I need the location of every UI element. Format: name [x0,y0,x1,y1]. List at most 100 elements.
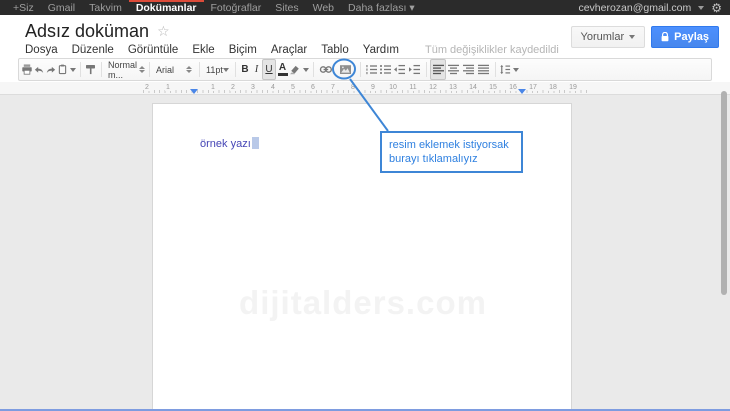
numbered-list-icon [365,63,378,76]
line-spacing-icon [499,63,511,76]
ruler-number: 19 [568,84,578,91]
comments-dropdown-caret-icon [629,35,635,39]
font-dropdown[interactable]: Arial [153,59,195,80]
align-center-icon [447,63,460,76]
bullet-list-button[interactable] [378,59,392,80]
undo-button[interactable] [33,59,45,80]
lock-icon [661,32,669,42]
numbered-list-button[interactable] [364,59,378,80]
underline-button[interactable]: U [262,59,276,80]
ruler-number: 13 [448,84,458,91]
annotation-callout: resim eklemek istiyorsak burayı tıklamal… [380,131,523,173]
toolbar-row: Normal m... Arial 11pt B I U A [0,57,730,82]
undo-icon [33,63,45,76]
menu-ara-lar[interactable]: Araçlar [271,44,307,56]
insert-link-button[interactable] [317,59,335,80]
bold-button[interactable]: B [239,59,251,80]
outdent-button[interactable] [392,59,407,80]
redo-icon [45,63,57,76]
toolbar-separator [491,59,499,80]
align-center-button[interactable] [446,59,461,80]
toolbar: Normal m... Arial 11pt B I U A [18,58,712,81]
toolbar-separator [231,59,239,80]
outdent-icon [393,63,406,76]
ruler: 2112345678910111213141516171819 [0,82,730,95]
topbar-item-gmail[interactable]: Gmail [41,0,82,15]
account-dropdown-caret-icon[interactable] [698,6,704,10]
toolbar-separator [356,59,364,80]
menu-tablo[interactable]: Tablo [321,44,349,56]
topbar-item-web[interactable]: Web [306,0,341,15]
ruler-number: 11 [408,84,417,91]
print-button[interactable] [21,59,33,80]
ruler-number: 2 [230,84,236,91]
paint-format-button[interactable] [84,59,97,80]
menu-ekle[interactable]: Ekle [192,44,214,56]
align-right-button[interactable] [461,59,476,80]
menu-d-zenle[interactable]: Düzenle [72,44,114,56]
topbar-item-foto-raflar[interactable]: Fotoğraflar [204,0,269,15]
topbar-item-sites[interactable]: Sites [268,0,305,15]
ruler-number: 15 [488,84,498,91]
text-cursor [252,137,259,149]
star-icon[interactable]: ☆ [157,24,170,40]
indent-button[interactable] [407,59,422,80]
toolbar-separator [422,59,430,80]
watermark-text: dijitalders.com [153,284,573,322]
spinner-icon [186,66,192,73]
topbar-item-daha-fazlas-[interactable]: Daha fazlası ▾ [341,0,422,15]
justify-button[interactable] [476,59,491,80]
line-spacing-button[interactable] [499,59,519,80]
left-indent-marker[interactable] [190,89,198,94]
menu-bar: Dosya Düzenle Görüntüle Ekle Biçim Araçlar Tab… [25,44,559,56]
highlight-color-button[interactable] [289,59,309,80]
document-canvas-area: örnek yazı dijitalders.com [0,96,730,411]
topbar-item-takvim[interactable]: Takvim [82,0,129,15]
bullet-list-icon [379,63,392,76]
ruler-number: 8 [350,84,356,91]
topbar-item-dok-manlar[interactable]: Dokümanlar [129,0,204,15]
toolbar-separator [145,59,153,80]
share-button[interactable]: Paylaş [651,26,719,48]
italic-button[interactable]: I [251,59,262,80]
menu-bi-im[interactable]: Biçim [229,44,257,56]
justify-icon [477,63,490,76]
link-icon [319,63,333,76]
toolbar-separator [76,59,84,80]
insert-image-button[interactable] [335,59,356,80]
topbar-account-area: cevherozan@gmail.com ⚙ [578,0,730,15]
insert-image-icon [339,63,352,76]
vertical-scrollbar[interactable] [721,91,727,295]
align-left-button[interactable] [430,59,446,80]
ruler-number: 12 [428,84,438,91]
ruler-number: 14 [468,84,478,91]
styles-dropdown[interactable]: Normal m... [105,59,145,80]
ruler-number: 10 [388,84,398,91]
menu-yard-m[interactable]: Yardım [363,44,399,56]
toolbar-separator [97,59,105,80]
menu-g-r-nt-le[interactable]: Görüntüle [128,44,179,56]
account-email[interactable]: cevherozan@gmail.com [578,2,691,14]
right-indent-marker[interactable] [518,89,526,94]
paint-format-icon [84,63,97,76]
text-color-button[interactable]: A [276,59,289,80]
align-left-icon [432,63,445,76]
topbar-item--siz[interactable]: +Siz [6,0,41,15]
ruler-number: 7 [330,84,336,91]
toolbar-separator [309,59,317,80]
redo-button[interactable] [45,59,57,80]
ruler-number: 4 [270,84,276,91]
ruler-number: 16 [508,84,518,91]
ruler-number: 2 [144,84,150,91]
gear-icon[interactable]: ⚙ [711,2,722,14]
document-body-text[interactable]: örnek yazı [200,137,259,150]
comments-button[interactable]: Yorumlar [571,26,646,48]
web-clipboard-button[interactable] [57,59,76,80]
print-icon [21,63,33,76]
document-title[interactable]: Adsız doküman [25,21,149,42]
size-dropdown-caret-icon [223,68,229,72]
menu-dosya[interactable]: Dosya [25,44,58,56]
indent-icon [408,63,421,76]
font-size-dropdown[interactable]: 11pt [203,59,231,80]
toolbar-separator [195,59,203,80]
